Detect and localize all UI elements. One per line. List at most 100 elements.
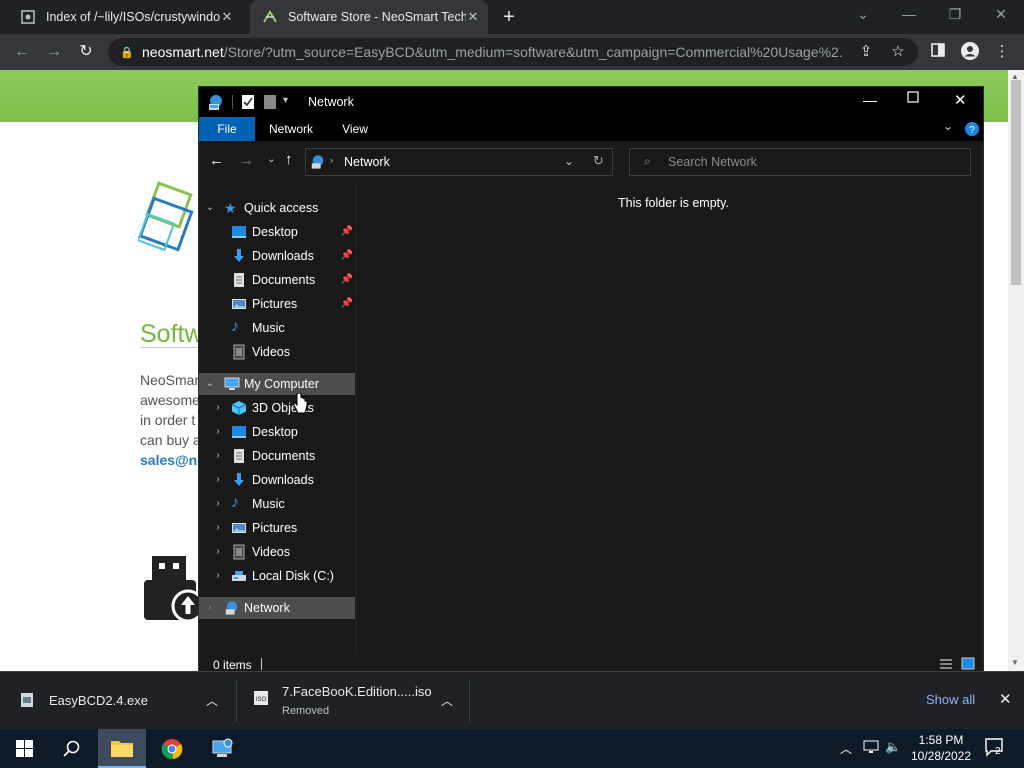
bookmark-star-icon[interactable]: ☆ [888,42,908,62]
expand-ribbon-chevron-icon[interactable]: ⌄ [943,119,953,133]
folder-content-area[interactable]: This folder is empty. [357,183,983,655]
clock-date: 10/28/2022 [910,749,972,763]
up-arrow-icon[interactable]: ↑ [285,151,293,168]
collapsed-chevron-icon[interactable]: › [205,603,215,613]
reload-icon[interactable]: ↻ [76,42,96,62]
volume-speaker-icon[interactable]: 🔈 [885,739,901,755]
collapsed-chevron-icon[interactable]: › [213,499,223,509]
minimize-window-button[interactable]: — [898,6,920,26]
nav-computer-local-disk[interactable]: › Local Disk (C:) [199,565,355,587]
forward-arrow-icon[interactable]: → [239,152,254,169]
expanded-chevron-icon[interactable]: ⌄ [205,203,215,213]
tab-network[interactable]: Network [265,117,317,141]
collapsed-chevron-icon[interactable]: › [213,403,223,413]
collapsed-chevron-icon[interactable]: › [213,475,223,485]
network-status-icon[interactable] [863,740,879,759]
restore-window-button[interactable]: ❐ [944,6,966,26]
share-icon[interactable]: ⇪ [856,42,876,62]
nav-label: Local Disk (C:) [252,569,334,583]
browser-tab-software-store[interactable]: Software Store - NeoSmart Techn ✕ [250,0,488,34]
download-item-easybcd[interactable]: EasyBCD2.4.exe ︿ [0,672,236,730]
sales-email-link[interactable]: sales@ne [140,452,205,468]
tab-file[interactable]: File [199,117,255,141]
start-windows-icon[interactable] [0,729,48,768]
forward-arrow-icon[interactable]: → [44,42,64,62]
close-download-shelf-icon[interactable]: ✕ [999,690,1012,708]
file-explorer-folder-icon[interactable] [98,729,146,768]
close-button[interactable]: ✕ [954,91,967,109]
nav-network[interactable]: › Network [199,597,355,619]
nav-quick-pictures[interactable]: Pictures 📌 [199,293,355,315]
nav-computer-3d-objects[interactable]: › 3D Objects [199,397,355,419]
close-tab-icon[interactable]: ✕ [220,10,234,24]
new-folder-icon[interactable] [263,94,277,113]
expanded-chevron-icon[interactable]: ⌄ [205,379,215,389]
browser-tab-index[interactable]: Index of /~lily/ISOs/crustywindo ✕ [8,0,242,34]
nav-quick-documents[interactable]: Documents 📌 [199,269,355,291]
collapsed-chevron-icon[interactable]: › [213,571,223,581]
breadcrumb-chevron-icon[interactable]: › [330,155,333,165]
search-network-input[interactable]: ⌕ Search Network [629,148,971,176]
nav-my-computer[interactable]: ⌄ My Computer [199,373,355,395]
nav-quick-desktop[interactable]: Desktop 📌 [199,221,355,243]
explorer-title-bar[interactable]: ▾ Network — ✕ [199,87,983,117]
back-arrow-icon[interactable]: ← [209,152,224,169]
svg-text:ISO: ISO [256,697,267,703]
nav-computer-downloads[interactable]: › Downloads [199,469,355,491]
address-bar[interactable]: 🔒 neosmart.net/Store/?utm_source=EasyBCD… [108,38,918,66]
collapsed-chevron-icon[interactable]: › [213,547,223,557]
pin-icon[interactable]: 📌 [341,250,353,261]
maximize-button[interactable] [907,91,919,106]
address-dropdown-icon[interactable]: ⌄ [564,154,574,168]
nav-quick-videos[interactable]: Videos [199,341,355,363]
scroll-up-icon[interactable]: ▲ [1011,72,1019,81]
nav-computer-documents[interactable]: › Documents [199,445,355,467]
download-options-chevron-icon[interactable]: ︿ [206,692,218,709]
tab-view[interactable]: View [333,117,377,141]
nav-computer-videos[interactable]: › Videos [199,541,355,563]
nav-computer-music[interactable]: › ♪ Music [199,493,355,515]
pin-icon[interactable]: 📌 [341,226,353,237]
network-app-icon[interactable] [198,729,246,768]
customize-qat-icon[interactable]: ▾ [283,95,288,106]
help-icon[interactable]: ? [965,122,979,139]
nav-computer-desktop[interactable]: › Desktop [199,421,355,443]
pictures-icon [231,520,247,536]
system-clock[interactable]: 1:58 PM 10/28/2022 [906,732,976,764]
window-title: Network [308,95,354,109]
properties-check-icon[interactable] [241,94,255,113]
music-note-icon: ♪ [231,494,239,511]
tab-search-chevron-icon[interactable]: ⌄ [852,6,874,26]
profile-avatar-icon[interactable] [960,42,980,62]
pin-icon[interactable]: 📌 [341,274,353,285]
show-hidden-icons-chevron-icon[interactable]: ︿ [840,740,852,757]
chrome-browser-icon[interactable] [148,729,196,768]
side-panel-icon[interactable] [928,42,948,62]
collapsed-chevron-icon[interactable]: › [213,451,223,461]
search-icon[interactable] [48,729,96,768]
nav-quick-music[interactable]: ♪ Music [199,317,355,339]
back-arrow-icon[interactable]: ← [12,42,32,62]
close-window-button[interactable]: ✕ [990,6,1012,26]
recent-locations-chevron-icon[interactable]: ⌄ [267,154,275,165]
nav-quick-access[interactable]: ⌄ ★ Quick access [199,197,355,219]
refresh-icon[interactable]: ↻ [593,153,604,169]
collapsed-chevron-icon[interactable]: › [213,523,223,533]
pin-icon[interactable]: 📌 [341,298,353,309]
network-icon [224,600,240,616]
show-all-downloads-link[interactable]: Show all [926,692,975,707]
close-tab-icon[interactable]: ✕ [466,10,480,24]
explorer-address-bar[interactable]: › Network ⌄ ↻ [305,148,613,176]
download-item-iso[interactable]: ISO 7.FaceBooK.Edition.....iso Removed ︿ [237,672,469,730]
scroll-down-icon[interactable]: ▼ [1011,658,1019,667]
nav-label: Downloads [252,249,314,263]
minimize-button[interactable]: — [863,92,877,108]
collapsed-chevron-icon[interactable]: › [213,427,223,437]
download-options-chevron-icon[interactable]: ︿ [441,692,453,709]
nav-computer-pictures[interactable]: › Pictures [199,517,355,539]
new-tab-button[interactable]: + [498,7,520,29]
nav-quick-downloads[interactable]: Downloads 📌 [199,245,355,267]
tab-title: Software Store - NeoSmart Techn [288,10,466,24]
page-scrollbar-thumb[interactable] [1011,80,1021,285]
chrome-menu-icon[interactable]: ⋮ [992,42,1012,62]
